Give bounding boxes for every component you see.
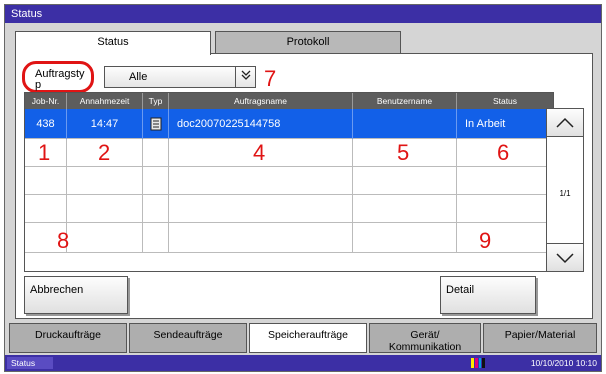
table-row[interactable]: 438 14:47 doc20070225144758 In Arbeit xyxy=(25,109,553,139)
column-header: Status xyxy=(492,96,518,106)
column-header: Annahmezeit xyxy=(67,93,143,109)
job-type-select[interactable]: Alle xyxy=(104,66,256,88)
clock: 10/10/2010 10:10 xyxy=(530,358,597,368)
job-type-cell xyxy=(143,167,169,195)
window-title: Status xyxy=(5,5,601,23)
callout-8: 8 xyxy=(57,228,70,253)
callout-7: 7 xyxy=(264,66,277,91)
tab-device-communication[interactable]: Gerät/ Kommunikation xyxy=(369,323,481,353)
callout-5: 5 xyxy=(397,140,410,165)
column-header: Benutzername xyxy=(353,93,457,109)
job-status xyxy=(457,223,553,253)
job-name: doc20070225144758 xyxy=(169,109,353,139)
job-type-label-text: Auftragsty p xyxy=(35,68,85,91)
column-header: Job-Nr. xyxy=(25,93,67,109)
page-indicator: 1/1 xyxy=(559,189,571,198)
table-row[interactable] xyxy=(25,167,553,195)
page-scroller: 1/1 xyxy=(546,108,584,272)
toner-level-icon xyxy=(471,358,485,368)
column-header: Auftragsname xyxy=(169,93,353,109)
job-status xyxy=(457,195,553,223)
tab-protokoll[interactable]: Protokoll xyxy=(215,31,401,53)
status-chip[interactable]: Status xyxy=(7,357,54,369)
double-chevron-down-icon[interactable] xyxy=(235,67,255,87)
cancel-button[interactable]: Abbrechen xyxy=(24,276,128,314)
chevron-down-icon xyxy=(556,253,574,264)
chevron-up-icon xyxy=(556,117,574,128)
scroll-down-button[interactable] xyxy=(547,243,583,271)
detail-button[interactable]: Detail xyxy=(440,276,536,314)
table-header: Job-Nr. Annahmezeit Typ Auftragsname Ben… xyxy=(25,93,553,109)
acceptance-time: 14:47 xyxy=(67,109,143,139)
status-panel: Auftragsty p Alle 7 Job-Nr. Annahmezeit … xyxy=(15,53,593,319)
callout-4: 4 xyxy=(253,140,266,165)
user-name xyxy=(353,167,457,195)
storage-document-icon xyxy=(150,117,162,131)
callout-6: 6 xyxy=(497,140,510,165)
bottom-tab-bar: Druckaufträge Sendeaufträge Speicherauft… xyxy=(5,323,601,353)
job-type-value: Alle xyxy=(129,71,148,83)
column-header: Typ xyxy=(143,93,169,109)
acceptance-time xyxy=(67,167,143,195)
job-type-cell xyxy=(143,139,169,167)
callout-1: 1 xyxy=(38,140,51,165)
job-type-cell xyxy=(143,223,169,253)
status-screen: Status Status Protokoll Auftragsty p All… xyxy=(4,4,602,372)
status-bar: Status 10/10/2010 10:10 xyxy=(5,355,601,371)
job-status: In Arbeit xyxy=(465,118,506,130)
job-type-cell xyxy=(143,109,169,139)
job-table: Job-Nr. Annahmezeit Typ Auftragsname Ben… xyxy=(24,92,554,272)
table-row[interactable] xyxy=(25,223,553,253)
job-number xyxy=(25,167,67,195)
job-type-cell xyxy=(143,195,169,223)
tab-status[interactable]: Status xyxy=(15,31,211,55)
table-row[interactable] xyxy=(25,195,553,223)
job-name xyxy=(169,195,353,223)
job-status xyxy=(457,167,553,195)
job-number: 438 xyxy=(25,109,67,139)
tab-send-jobs[interactable]: Sendeaufträge xyxy=(129,323,247,353)
tab-storage-jobs[interactable]: Speicheraufträge xyxy=(249,323,367,353)
scroll-up-button[interactable] xyxy=(547,109,583,137)
job-type-filter-label: Auftragsty p xyxy=(22,61,94,93)
job-name xyxy=(169,167,353,195)
callout-9: 9 xyxy=(479,228,492,253)
tab-paper-material[interactable]: Papier/Material xyxy=(483,323,597,353)
job-name xyxy=(169,223,353,253)
callout-2: 2 xyxy=(98,140,111,165)
tab-print-jobs[interactable]: Druckaufträge xyxy=(9,323,127,353)
user-name xyxy=(353,109,457,139)
user-name xyxy=(353,195,457,223)
user-name xyxy=(353,223,457,253)
job-number xyxy=(25,195,67,223)
acceptance-time xyxy=(67,223,143,253)
acceptance-time xyxy=(67,195,143,223)
